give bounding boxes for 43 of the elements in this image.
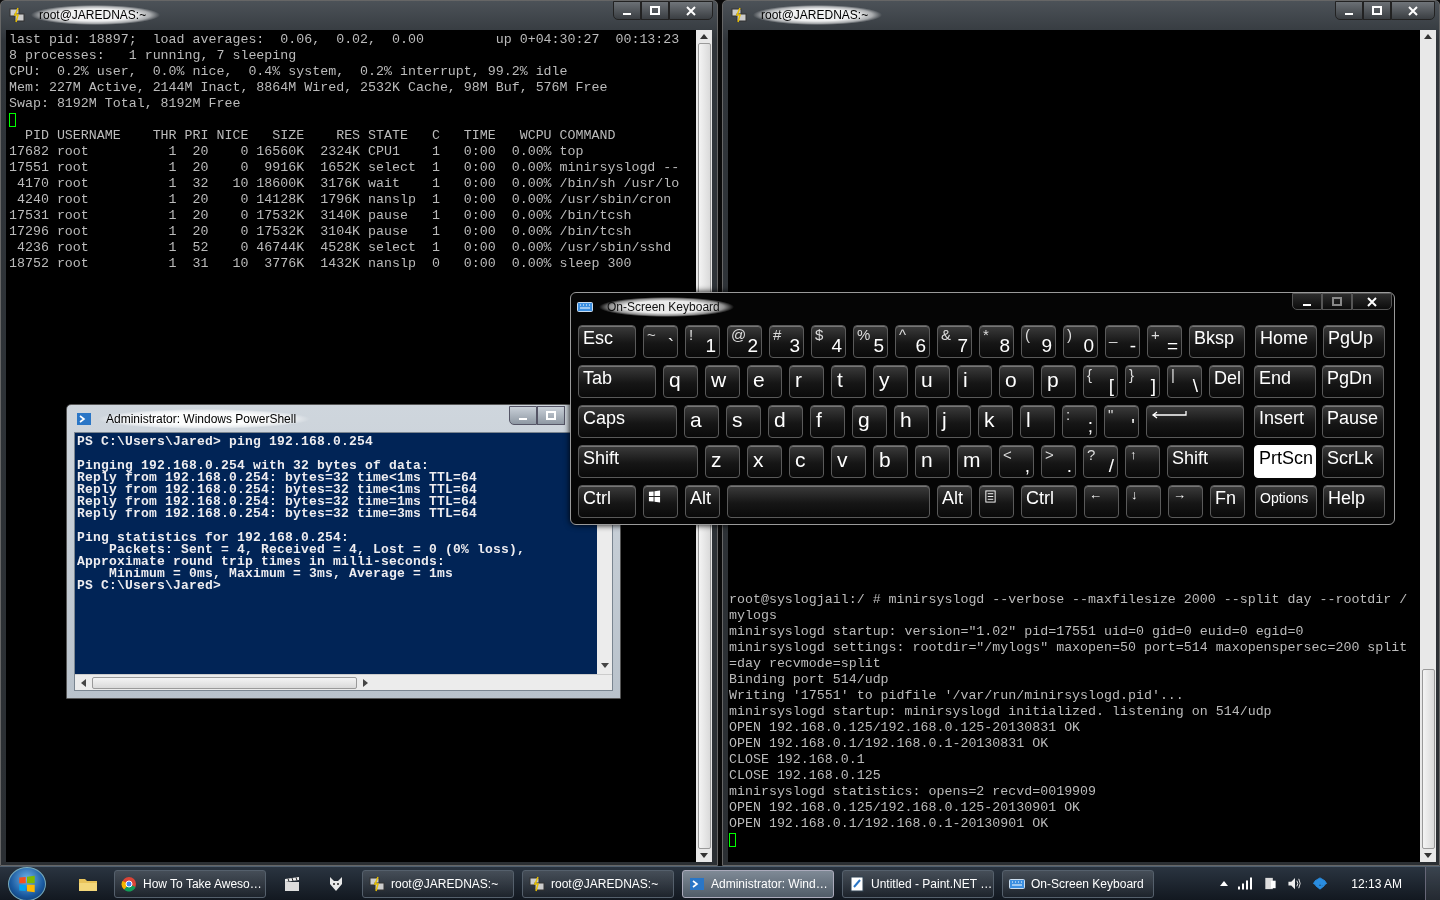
terminal-line: Mem: 227M Active, 2144M Inact, 8864M Wired, 2532K Cache, 98M Buf, 576M Free: [9, 80, 609, 96]
terminal-line: root@syslogjail:/ # minirsyslogd --verbose --maxfilesize 2000 --split day --rootdir /: [729, 592, 1409, 608]
window-title: On-Screen Keyboard: [599, 296, 734, 317]
console-line: Packets: Sent = 4, Received = 4, Lost = 0 (0% loss),: [109, 544, 527, 556]
console-line: Approximate round trip times in milli-seconds:: [77, 556, 446, 568]
terminal-line: minirsyslogd statistics: opens=2 recvd=0019909: [729, 784, 1098, 800]
terminal-line: CLOSE 192.168.0.1: [729, 752, 866, 768]
terminal-line: minirsyslogd startup: version="1.02" pid=17551 uid=0 gid=0 euid=0 egid=0: [729, 624, 1305, 640]
terminal-line: CPU: 0.2% user, 0.0% nice, 0.4% system, 0.2% interrupt, 99.2% idle: [9, 64, 569, 80]
terminal-line: 4170 root 1 32 10 18600K 3176K wait 1 0:00 0.00% /bin/sh /usr/lo: [15, 176, 681, 192]
terminal-line: last pid: 18897; load averages: 0.06, 0.02, 0.00 up 0+04:30:27 00:13:23: [9, 32, 681, 48]
terminal-line: minirsyslogd startup: minirsyslogd initialized. listening on 514/udp: [729, 704, 1273, 720]
terminal-line: 17551 root 1 20 0 9916K 1652K select 1 0:00 0.00% minirsyslogd --: [9, 160, 681, 176]
terminal-line: PID USERNAME THR PRI NICE SIZE RES STATE C TIME WCPU COMMAND: [23, 128, 617, 144]
terminal-line: Writing '17551' to pidfile '/var/run/minirsyslogd.pid'...: [729, 688, 1185, 704]
terminal-line: OPEN 192.168.0.1/192.168.0.1-20130901 OK: [729, 816, 1050, 832]
terminal-line: CLOSE 192.168.0.125: [729, 768, 882, 784]
terminal-line: Swap: 8192M Total, 8192M Free: [9, 96, 242, 112]
window-title: root@JAREDNAS:~: [753, 5, 883, 25]
window-title: root@JAREDNAS:~: [31, 5, 161, 25]
terminal-line: OPEN 192.168.0.1/192.168.0.1-20130831 OK: [729, 736, 1050, 752]
console-line: Minimum = 0ms, Maximum = 3ms, Average = 1ms: [109, 568, 455, 580]
terminal-line: =day recvmode=split: [729, 656, 882, 672]
terminal-line: Binding port 514/udp: [729, 672, 890, 688]
terminal-line: 17296 root 1 20 0 17532K 3104K pause 1 0:00 0.00% /bin/tcsh: [9, 224, 633, 240]
console-line: Reply from 192.168.0.254: bytes=32 time<1ms TTL=64: [77, 484, 479, 496]
terminal-line: minirsyslogd settings: rootdir="/mylogs" maxopen=50 port=514 maxopenspersec=200 split: [729, 640, 1409, 656]
console-line: Ping statistics for 192.168.0.254:: [77, 532, 350, 544]
console-line: Pinging 192.168.0.254 with 32 bytes of data:: [77, 460, 430, 472]
terminal-line: OPEN 192.168.0.125/192.168.0.125-20130831 OK: [729, 720, 1082, 736]
terminal-line: 4240 root 1 20 0 14128K 1796K nanslp 1 0:00 0.00% /usr/sbin/cron: [15, 192, 673, 208]
console-line: PS C:\Users\Jared>: [77, 580, 223, 592]
window-title: Administrator: Windows PowerShell: [98, 408, 311, 429]
terminal-line: 18752 root 1 31 10 3776K 1432K nanslp 0 0:00 0.00% sleep 300: [9, 256, 633, 272]
terminal-line: OPEN 192.168.0.125/192.168.0.125-20130901 OK: [729, 800, 1082, 816]
console-line: PS C:\Users\Jared> ping 192.168.0.254: [77, 436, 375, 448]
terminal-line: 17531 root 1 20 0 17532K 3140K pause 1 0:00 0.00% /bin/tcsh: [9, 208, 633, 224]
console-line: Reply from 192.168.0.254: bytes=32 time=3ms TTL=64: [77, 508, 479, 520]
console-line: Reply from 192.168.0.254: bytes=32 time<1ms TTL=64: [77, 472, 479, 484]
terminal-line: 4236 root 1 52 0 46744K 4528K select 1 0:00 0.00% /usr/sbin/sshd: [15, 240, 673, 256]
terminal-line: 17682 root 1 20 0 16560K 2324K CPU1 1 0:00 0.00% top: [9, 144, 585, 160]
terminal-line: mylogs: [729, 608, 778, 624]
terminal-line: 8 processes: 1 running, 7 sleeping: [9, 48, 298, 64]
